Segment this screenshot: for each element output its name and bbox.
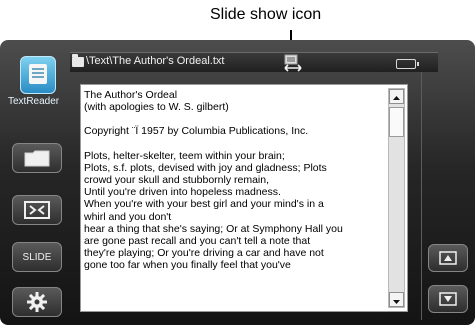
battery-icon [396, 59, 419, 69]
document-line: Until you're driven into hopeless madnes… [84, 186, 281, 199]
textreader-app-icon[interactable] [20, 56, 56, 94]
document-line: whirl and you don't [84, 210, 172, 223]
document-line: hear a thing that she's saying; Or at Sy… [84, 222, 343, 235]
scroll-down-arrow[interactable] [389, 292, 404, 307]
gear-icon [27, 292, 47, 312]
text-panel[interactable]: The Author's Ordeal (with apologies to W… [80, 84, 408, 312]
vertical-scrollbar[interactable] [388, 88, 405, 308]
document-line: The Author's Ordeal [84, 89, 178, 101]
page-up-button[interactable] [428, 244, 468, 272]
scroll-thumb[interactable] [389, 107, 404, 137]
scroll-up-icon [439, 251, 457, 265]
folder-icon [24, 150, 50, 167]
document-line: Plots, helter-skelter, teem within your … [84, 149, 285, 162]
document-line: crowd your skull and stubbornly remain, [84, 174, 270, 187]
panel-frame-edge [412, 72, 422, 320]
document-line: gone too far when you finally feel that … [84, 259, 291, 272]
folder-icon-small [72, 54, 84, 67]
open-folder-button[interactable] [12, 143, 62, 173]
scroll-up-arrow[interactable] [389, 89, 404, 104]
arrow-down-icon [393, 300, 400, 304]
document-line: (with apologies to W. S. gilbert) [84, 101, 229, 114]
slide-button-label: SLIDE [22, 251, 52, 263]
slideshow-icon[interactable] [282, 54, 304, 72]
document-line: Copyright ¨Ï 1957 by Columbia Publicatio… [84, 125, 309, 138]
slide-button[interactable]: SLIDE [12, 242, 62, 272]
app-name-label: TextReader [8, 96, 60, 107]
document-line: are gone past recall and you can't tell … [84, 235, 311, 248]
slideshow-callout-label: Slide show icon [210, 6, 322, 23]
document-line: When you're with your best girl and your… [84, 198, 324, 211]
page-down-button[interactable] [428, 285, 468, 313]
fullscreen-icon [24, 201, 50, 219]
scroll-down-icon [439, 292, 457, 306]
arrow-up-icon [393, 96, 400, 100]
document-text: The Author's Ordeal (with apologies to W… [84, 89, 389, 307]
document-line: Plots, s.f. plots, devised with joy and … [84, 161, 327, 174]
document-line: they're playing; Or you're driving a car… [84, 247, 324, 260]
file-path: \Text\The Author's Ordeal.txt [86, 55, 225, 67]
fullscreen-button[interactable] [12, 195, 62, 225]
settings-button[interactable] [12, 287, 62, 317]
